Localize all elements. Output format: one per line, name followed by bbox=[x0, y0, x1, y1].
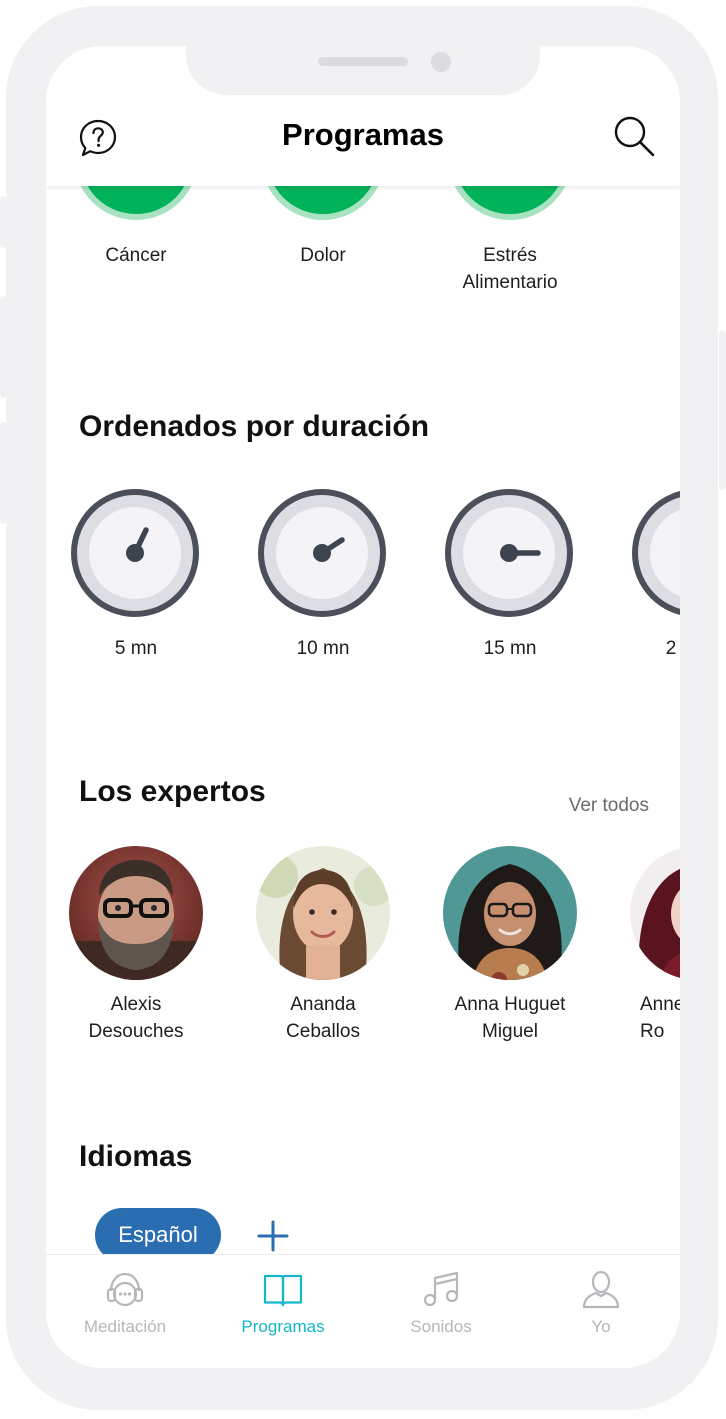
phone-screen: Programas Cáncer Dolor Estrés Alimentari… bbox=[46, 46, 680, 1368]
category-label-estres[interactable]: Estrés Alimentario bbox=[430, 242, 590, 296]
programs-content[interactable]: Cáncer Dolor Estrés Alimentario Ordenado… bbox=[46, 186, 680, 1254]
tab-label-sonidos: Sonidos bbox=[410, 1317, 472, 1336]
add-language-plus-icon[interactable] bbox=[256, 1210, 290, 1254]
music-note-icon bbox=[423, 1271, 459, 1307]
clock-10-icon[interactable] bbox=[258, 489, 386, 617]
section-title-duration: Ordenados por duración bbox=[79, 410, 430, 443]
category-label-cancer[interactable]: Cáncer bbox=[56, 242, 216, 269]
front-camera bbox=[431, 52, 451, 72]
tab-yo[interactable]: Yo bbox=[522, 1255, 680, 1368]
expert-name-anna[interactable]: Anna Huguet Miguel bbox=[425, 991, 595, 1045]
duration-label-10[interactable]: 10 mn bbox=[243, 638, 403, 660]
user-icon bbox=[582, 1270, 620, 1309]
clock-20-icon[interactable] bbox=[632, 489, 680, 617]
tab-meditacion[interactable]: Meditación bbox=[46, 1255, 204, 1368]
tab-programas[interactable]: Programas bbox=[204, 1255, 362, 1368]
side-button-power bbox=[719, 330, 726, 490]
category-label-dolor[interactable]: Dolor bbox=[243, 242, 403, 269]
section-title-languages: Idiomas bbox=[79, 1140, 193, 1173]
tab-label-yo: Yo bbox=[591, 1317, 611, 1336]
clock-5-icon[interactable] bbox=[71, 489, 199, 617]
expert-name-anne[interactable]: Anne Ro bbox=[612, 991, 680, 1045]
side-button-silent bbox=[0, 196, 7, 248]
tab-label-programas: Programas bbox=[241, 1317, 325, 1336]
page-title: Programas bbox=[282, 117, 444, 152]
headphones-face-icon bbox=[106, 1272, 144, 1307]
tab-label-meditacion: Meditación bbox=[83, 1317, 167, 1336]
tab-sonidos[interactable]: Sonidos bbox=[362, 1255, 520, 1368]
magnifier-icon[interactable] bbox=[612, 114, 656, 158]
bottom-tab-bar: Meditación Programas Sonidos Yo bbox=[46, 1254, 680, 1368]
category-dolor-circle[interactable] bbox=[261, 186, 385, 220]
duration-label-5[interactable]: 5 mn bbox=[56, 638, 216, 660]
expert-avatar-anna[interactable] bbox=[443, 846, 577, 980]
expert-name-alexis[interactable]: Alexis Desouches bbox=[51, 991, 221, 1045]
section-title-experts: Los expertos bbox=[79, 775, 266, 808]
notch bbox=[186, 46, 540, 95]
duration-label-15[interactable]: 15 mn bbox=[430, 638, 590, 660]
expert-name-ananda[interactable]: Ananda Ceballos bbox=[238, 991, 408, 1045]
language-pill-espanol[interactable]: Español bbox=[95, 1208, 221, 1254]
side-button-volume-up bbox=[0, 296, 7, 398]
side-button-volume-down bbox=[0, 422, 7, 524]
expert-avatar-alexis[interactable] bbox=[69, 846, 203, 980]
expert-avatar-anne[interactable] bbox=[630, 846, 680, 980]
see-all-experts-link[interactable]: Ver todos bbox=[569, 795, 649, 817]
clock-15-icon[interactable] bbox=[445, 489, 573, 617]
expert-avatar-ananda[interactable] bbox=[256, 846, 390, 980]
open-book-icon bbox=[263, 1274, 303, 1307]
category-cancer-circle[interactable] bbox=[74, 186, 198, 220]
speaker bbox=[318, 57, 408, 66]
duration-label-20[interactable]: 2 bbox=[591, 638, 680, 660]
category-estres-circle[interactable] bbox=[448, 186, 572, 220]
